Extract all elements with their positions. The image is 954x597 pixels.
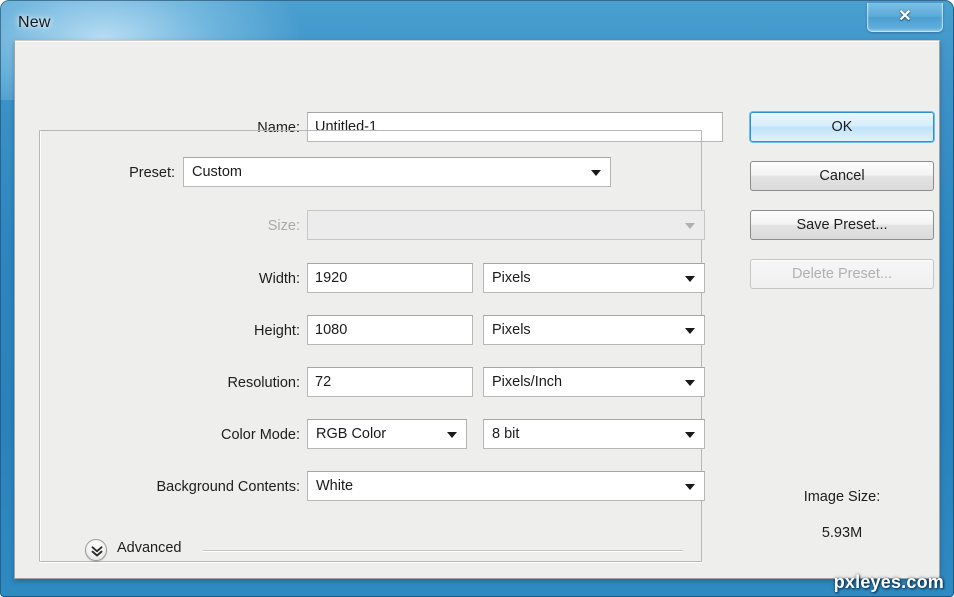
chevron-down-icon	[685, 432, 695, 438]
background-contents-label: Background Contents:	[156, 479, 300, 495]
resolution-unit-dropdown[interactable]: Pixels/Inch	[483, 367, 705, 397]
image-size-value: 5.93M	[821, 525, 863, 541]
chevron-down-icon	[685, 223, 695, 229]
color-mode-dropdown[interactable]: RGB Color	[307, 419, 467, 449]
width-input[interactable]	[307, 263, 473, 293]
delete-preset-button: Delete Preset...	[750, 259, 934, 289]
chevron-down-icon	[685, 380, 695, 386]
width-unit-dropdown[interactable]: Pixels	[483, 263, 705, 293]
advanced-label: Advanced	[117, 540, 182, 556]
advanced-section: Advanced	[85, 538, 685, 564]
resolution-input[interactable]	[307, 367, 473, 397]
height-unit-value: Pixels	[492, 322, 531, 338]
window-title: New	[18, 14, 51, 31]
color-mode-value: RGB Color	[316, 426, 387, 442]
color-mode-label: Color Mode:	[221, 427, 300, 443]
advanced-toggle-button[interactable]	[85, 539, 107, 561]
height-input[interactable]	[307, 315, 473, 345]
color-depth-dropdown[interactable]: 8 bit	[483, 419, 705, 449]
close-button[interactable]: ✕	[867, 3, 943, 32]
chevron-down-icon	[447, 432, 457, 438]
size-dropdown	[307, 210, 705, 240]
chevron-down-icon	[685, 276, 695, 282]
background-contents-value: White	[316, 478, 354, 494]
background-contents-dropdown[interactable]: White	[307, 471, 705, 501]
cancel-button[interactable]: Cancel	[750, 161, 934, 191]
preset-label: Preset:	[129, 165, 175, 181]
ok-button[interactable]: OK	[750, 112, 934, 142]
save-preset-button[interactable]: Save Preset...	[750, 210, 934, 240]
chevron-down-icon	[591, 170, 601, 176]
height-label: Height:	[254, 323, 300, 339]
resolution-label: Resolution:	[227, 375, 300, 391]
watermark: pxleyes.com	[833, 572, 944, 592]
width-unit-value: Pixels	[492, 270, 531, 286]
width-label: Width:	[258, 271, 300, 287]
preset-dropdown[interactable]: Custom	[183, 157, 611, 187]
advanced-separator	[203, 550, 683, 552]
chevron-double-down-icon	[91, 546, 103, 557]
chevron-down-icon	[685, 484, 695, 490]
preset-value: Custom	[192, 164, 242, 180]
dialog-body: Name: Preset: Custom Size: Width: Pixels…	[14, 40, 940, 579]
close-icon: ✕	[898, 8, 912, 25]
resolution-unit-value: Pixels/Inch	[492, 374, 563, 390]
image-size-block: Image Size: 5.93M	[750, 489, 934, 541]
image-size-label: Image Size:	[803, 489, 881, 505]
dialog-window: New ✕ Name: Preset: Custom Size: Width: …	[0, 0, 954, 597]
height-unit-dropdown[interactable]: Pixels	[483, 315, 705, 345]
size-label: Size:	[267, 218, 300, 234]
color-depth-value: 8 bit	[492, 426, 520, 442]
chevron-down-icon	[685, 328, 695, 334]
